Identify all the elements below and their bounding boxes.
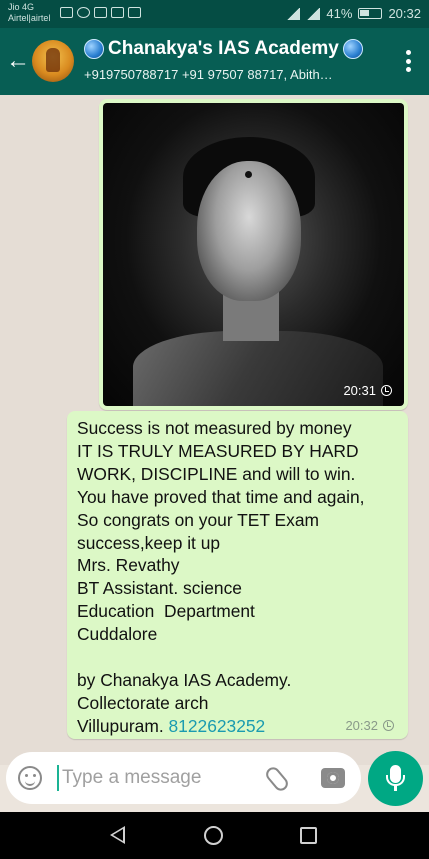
- globe-icon: [84, 39, 104, 59]
- message-line: So congrats on your TET Exam: [77, 509, 319, 530]
- message-line-text: Villupuram.: [77, 715, 169, 736]
- composer-bar: [6, 752, 361, 804]
- image-time: 20:31: [343, 383, 376, 398]
- image-timestamp: 20:31: [343, 383, 392, 398]
- message-line: success,keep it up: [77, 532, 221, 553]
- text-caret: [57, 765, 59, 791]
- message-line: Education Department: [77, 601, 255, 622]
- message-line: IT IS TRULY MEASURED BY HARD: [77, 440, 359, 461]
- emoji-icon[interactable]: [18, 766, 42, 790]
- phone-number-link[interactable]: 8122623252: [169, 716, 266, 736]
- carrier-line-2: Airtel|airtel: [8, 13, 51, 23]
- overflow-menu-icon[interactable]: [405, 50, 411, 72]
- nav-back-icon[interactable]: [110, 826, 125, 844]
- group-avatar[interactable]: [32, 40, 74, 82]
- voice-record-button[interactable]: [368, 751, 423, 806]
- message-input[interactable]: [62, 760, 252, 796]
- sim-notification-icon: [128, 7, 141, 18]
- status-bar: Jio 4G Airtel|airtel 41% 20:32: [0, 0, 429, 28]
- tools-notification-icon: [111, 7, 124, 18]
- back-arrow-icon[interactable]: ←: [6, 48, 30, 74]
- message-line: You have proved that time and again,: [77, 486, 365, 507]
- carrier-info: Jio 4G Airtel|airtel: [8, 2, 50, 24]
- clock-icon: [383, 720, 394, 731]
- mic-icon: [386, 765, 405, 786]
- text-message[interactable]: Success is not measured by money IT IS T…: [67, 411, 408, 739]
- photo[interactable]: 20:31: [103, 103, 404, 406]
- camera-icon[interactable]: [321, 768, 345, 788]
- battery-percent: 41%: [326, 6, 353, 21]
- message-list[interactable]: 20:31 Success is not measured by money I…: [0, 95, 429, 765]
- message-time: 20:32: [345, 718, 378, 733]
- status-right: 41% 20:32: [286, 6, 421, 21]
- message-line: Cuddalore: [77, 624, 158, 645]
- message-line: BT Assistant. science: [77, 578, 242, 599]
- app-notification-icon: [77, 7, 90, 18]
- battery-icon: [358, 8, 383, 19]
- message-line: [77, 646, 398, 669]
- notification-icons: [60, 7, 141, 18]
- message-line: Collectorate arch: [77, 692, 209, 713]
- nav-home-icon[interactable]: [204, 826, 223, 845]
- message-line: WORK, DISCIPLINE and will to win.: [77, 463, 356, 484]
- attach-icon[interactable]: [263, 764, 291, 794]
- chat-title: Chanakya's IAS Academy: [108, 38, 339, 59]
- message-line: Mrs. Revathy: [77, 555, 180, 576]
- globe-icon: [342, 39, 363, 59]
- youtube-notification-icon: [94, 7, 107, 18]
- system-nav-bar: [0, 812, 429, 859]
- message-line: by Chanakya IAS Academy.: [77, 669, 292, 690]
- clock-icon: [381, 385, 392, 396]
- chat-participants[interactable]: +919750788717 +91 97507 88717, Abith…: [84, 67, 380, 82]
- carrier-line-1: Jio 4G: [8, 2, 35, 12]
- nav-recents-icon[interactable]: [300, 827, 317, 844]
- signal-icon-2: [306, 7, 321, 20]
- gallery-notification-icon: [60, 7, 73, 18]
- message-timestamp: 20:32: [345, 718, 394, 733]
- chat-title-row[interactable]: Chanakya's IAS Academy: [84, 38, 363, 60]
- image-message[interactable]: 20:31: [99, 99, 408, 410]
- message-line: Success is not measured by money: [77, 418, 352, 438]
- clock-time: 20:32: [388, 6, 421, 21]
- signal-icon: [286, 7, 301, 20]
- chat-header: ← Chanakya's IAS Academy +919750788717 +…: [0, 28, 429, 95]
